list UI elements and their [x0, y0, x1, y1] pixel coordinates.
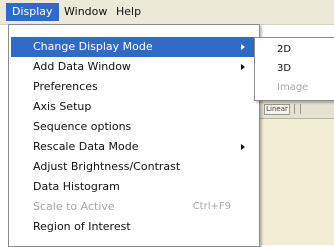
menu-item-label: Rescale Data Mode [33, 140, 139, 153]
toolbar-separator [294, 104, 295, 114]
submenu-item-image[interactable]: Image [257, 78, 333, 97]
menu-item-axis-setup[interactable]: Axis Setup [11, 97, 255, 117]
submenu-item-3d[interactable]: 3D [257, 59, 333, 78]
submenu-arrow-icon [241, 44, 245, 50]
menu-item-rescale-data-mode[interactable]: Rescale Data Mode [11, 137, 255, 157]
menu-item-sequence-options[interactable]: Sequence options [11, 117, 255, 137]
menu-item-region-of-interest[interactable]: Region of Interest [11, 217, 255, 237]
menu-item-label: Scale to Active [33, 200, 115, 213]
menu-item-preferences[interactable]: Preferences [11, 77, 255, 97]
menu-item-add-data-window[interactable]: Add Data Window [11, 57, 255, 77]
menu-display[interactable]: Display [6, 3, 59, 21]
submenu-item-label: Image [277, 82, 309, 93]
submenu-item-2d[interactable]: 2D [257, 40, 333, 59]
menu-item-label: Axis Setup [33, 100, 92, 113]
menu-item-change-display-mode[interactable]: Change Display Mode [11, 37, 255, 57]
menu-item-adjust-brightness-contrast[interactable]: Adjust Brightness/Contrast [11, 157, 255, 177]
menu-help[interactable]: Help [110, 3, 147, 21]
display-dropdown-menu: Change Display Mode Add Data Window Pref… [8, 24, 260, 247]
menu-item-label: Preferences [33, 80, 98, 93]
menu-item-data-histogram[interactable]: Data Histogram [11, 177, 255, 197]
submenu-item-label: 3D [277, 63, 292, 74]
menu-item-label: Add Data Window [33, 60, 131, 73]
menu-item-scale-to-active[interactable]: Scale to Active Ctrl+F9 [11, 197, 255, 217]
background-data-window: Linear [250, 100, 334, 245]
menu-item-label: Sequence options [33, 120, 132, 133]
submenu-arrow-icon [241, 144, 245, 150]
display-mode-submenu: 2D 3D Image [254, 37, 334, 101]
toolbar-separator [300, 104, 301, 114]
scale-mode-dropdown[interactable]: Linear [264, 104, 290, 115]
menu-item-label: Region of Interest [33, 220, 131, 233]
background-window-toolbar: Linear [250, 100, 334, 119]
submenu-arrow-icon [241, 64, 245, 70]
menu-window[interactable]: Window [58, 3, 113, 21]
menu-item-shortcut: Ctrl+F9 [192, 201, 231, 212]
menu-item-label: Change Display Mode [33, 40, 153, 53]
menu-item-label: Data Histogram [33, 180, 120, 193]
submenu-item-label: 2D [277, 44, 292, 55]
menu-item-label: Adjust Brightness/Contrast [33, 160, 181, 173]
menu-bar: Display Window Help [0, 0, 334, 25]
